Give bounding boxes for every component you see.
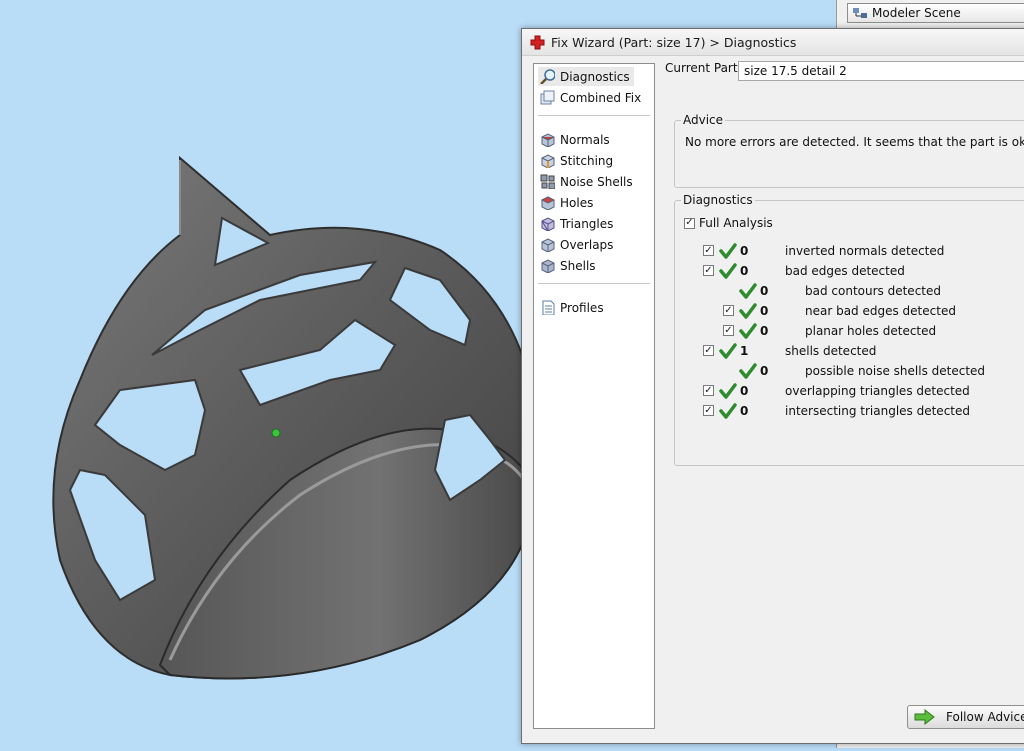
diagnostic-count: 0: [760, 304, 769, 318]
diagnostic-row: ✓ 0 near bad edges detected: [723, 301, 1024, 321]
nav-item-stitching[interactable]: Stitching: [538, 151, 617, 170]
fix-wizard-cross-icon: [530, 35, 545, 49]
nav-item-normals[interactable]: Normals: [538, 130, 614, 149]
ok-check-icon: [719, 403, 737, 419]
ok-check-icon: [739, 303, 757, 319]
normals-cube-icon: [541, 133, 555, 147]
diagnostic-label: bad contours detected: [805, 284, 941, 298]
diagnostics-group: Diagnostics ✓ Full Analysis ✓ 0 inverted…: [674, 193, 1024, 466]
diagnostic-checkbox[interactable]: ✓: [703, 385, 714, 396]
wizard-titlebar[interactable]: Fix Wizard (Part: size 17) > Diagnostics: [522, 29, 1024, 56]
nav-item-label: Overlaps: [560, 237, 614, 252]
ok-check-icon: [739, 363, 757, 379]
full-analysis-checkbox[interactable]: ✓: [684, 217, 695, 229]
diagnostic-row: ✓ 0 overlapping triangles detected: [703, 381, 1024, 401]
combined-fix-icon: [540, 90, 555, 105]
nav-divider: [538, 283, 650, 284]
modeler-scene-tab[interactable]: Modeler Scene: [847, 3, 1024, 23]
ring-model: [52, 155, 526, 680]
stitching-cube-icon: [541, 154, 555, 168]
nav-item-label: Normals: [560, 132, 610, 147]
diagnostic-checkbox[interactable]: ✓: [723, 325, 734, 336]
diagnostic-checkbox[interactable]: ✓: [703, 245, 714, 256]
full-analysis-row: ✓ Full Analysis: [684, 216, 773, 230]
nav-item-label: Holes: [560, 195, 594, 210]
diagnostic-count: 0: [740, 404, 749, 418]
fix-wizard-dialog: Fix Wizard (Part: size 17) > Diagnostics…: [521, 28, 1024, 744]
diagnostic-label: intersecting triangles detected: [785, 404, 970, 418]
nav-item-overlaps[interactable]: Overlaps: [538, 235, 617, 254]
magnifier-icon: [540, 69, 555, 84]
ok-check-icon: [739, 283, 757, 299]
3d-viewport[interactable]: [0, 0, 526, 748]
overlaps-cube-icon: [541, 238, 555, 252]
noise-shells-icon: [540, 174, 555, 189]
diagnostic-checkbox[interactable]: ✓: [723, 305, 734, 316]
advice-title: Advice: [681, 113, 726, 127]
nav-item-shells[interactable]: Shells: [538, 256, 600, 275]
diagnostic-row: ✓ 0 inverted normals detected: [703, 241, 1024, 261]
ok-check-icon: [719, 243, 737, 259]
diagnostic-checkbox[interactable]: ✓: [703, 265, 714, 276]
nav-divider: [538, 115, 650, 116]
diagnostic-row: ✓ 0 intersecting triangles detected: [703, 401, 1024, 421]
arrow-right-icon: [914, 709, 935, 725]
diagnostic-count: 0: [760, 364, 769, 378]
diagnostic-label: bad edges detected: [785, 264, 905, 278]
diagnostic-label: shells detected: [785, 344, 877, 358]
ok-check-icon: [739, 323, 757, 339]
scene-tree-icon: [853, 8, 867, 18]
nav-item-label: Shells: [560, 258, 596, 273]
nav-item-triangles[interactable]: Triangles: [538, 214, 617, 233]
nav-item-profiles[interactable]: Profiles: [538, 298, 608, 317]
diagnostic-row: ✓ 1 shells detected: [703, 341, 1024, 361]
nav-item-label: Stitching: [560, 153, 614, 168]
nav-item-combined-fix[interactable]: Combined Fix: [538, 88, 645, 107]
diagnostic-label: planar holes detected: [805, 324, 937, 338]
nav-item-label: Profiles: [560, 300, 604, 315]
diagnostic-count: 1: [740, 344, 749, 358]
diagnostic-row: ✓ 0 planar holes detected: [723, 321, 1024, 341]
ok-check-icon: [719, 383, 737, 399]
ok-check-icon: [719, 263, 737, 279]
current-part-dropdown[interactable]: size 17.5 detail 2: [738, 61, 1024, 81]
advice-group: Advice No more errors are detected. It s…: [674, 113, 1024, 188]
ok-check-icon: [719, 343, 737, 359]
nav-item-label: Diagnostics: [560, 69, 630, 84]
full-analysis-label: Full Analysis: [699, 216, 773, 230]
diagnostic-count: 0: [740, 264, 749, 278]
diagnostic-count: 0: [760, 324, 769, 338]
diagnostic-row: ✓ 0 bad edges detected: [703, 261, 1024, 281]
diagnostic-count: 0: [760, 284, 769, 298]
diagnostic-label: possible noise shells detected: [805, 364, 986, 378]
diagnostic-checkbox[interactable]: ✓: [703, 345, 714, 356]
follow-advice-button[interactable]: Follow Advice: [907, 705, 1024, 729]
shells-cube-icon: [541, 259, 555, 273]
diagnostic-checkbox[interactable]: ✓: [703, 405, 714, 416]
current-part-label: Current Part:: [665, 61, 742, 75]
diagnostic-count: 0: [740, 384, 749, 398]
nav-item-label: Combined Fix: [560, 90, 642, 105]
current-part-value: size 17.5 detail 2: [744, 64, 847, 78]
modeler-scene-label: Modeler Scene: [872, 6, 961, 20]
nav-item-label: Noise Shells: [560, 174, 633, 189]
diagnostic-label: near bad edges detected: [805, 304, 956, 318]
follow-advice-label: Follow Advice: [946, 710, 1024, 724]
nav-item-label: Triangles: [560, 216, 614, 231]
diagnostic-row: 0 possible noise shells detected: [723, 361, 1024, 381]
nav-item-noise-shells[interactable]: Noise Shells: [538, 172, 637, 191]
diagnostic-count: 0: [740, 244, 749, 258]
diagnostic-label: inverted normals detected: [785, 244, 945, 258]
triangles-cube-icon: [541, 217, 555, 231]
advice-text: No more errors are detected. It seems th…: [685, 135, 1024, 149]
nav-item-holes[interactable]: Holes: [538, 193, 597, 212]
wizard-title: Fix Wizard (Part: size 17) > Diagnostics: [551, 34, 797, 50]
holes-cube-icon: [540, 196, 555, 210]
diagnostics-title: Diagnostics: [681, 193, 755, 207]
profiles-document-icon: [542, 300, 555, 315]
wizard-nav-panel: Diagnostics Combined Fix Normals Stitchi…: [533, 63, 655, 729]
diagnostic-row: 0 bad contours detected: [723, 281, 1024, 301]
diagnostic-label: overlapping triangles detected: [785, 384, 970, 398]
nav-item-diagnostics[interactable]: Diagnostics: [538, 67, 634, 86]
